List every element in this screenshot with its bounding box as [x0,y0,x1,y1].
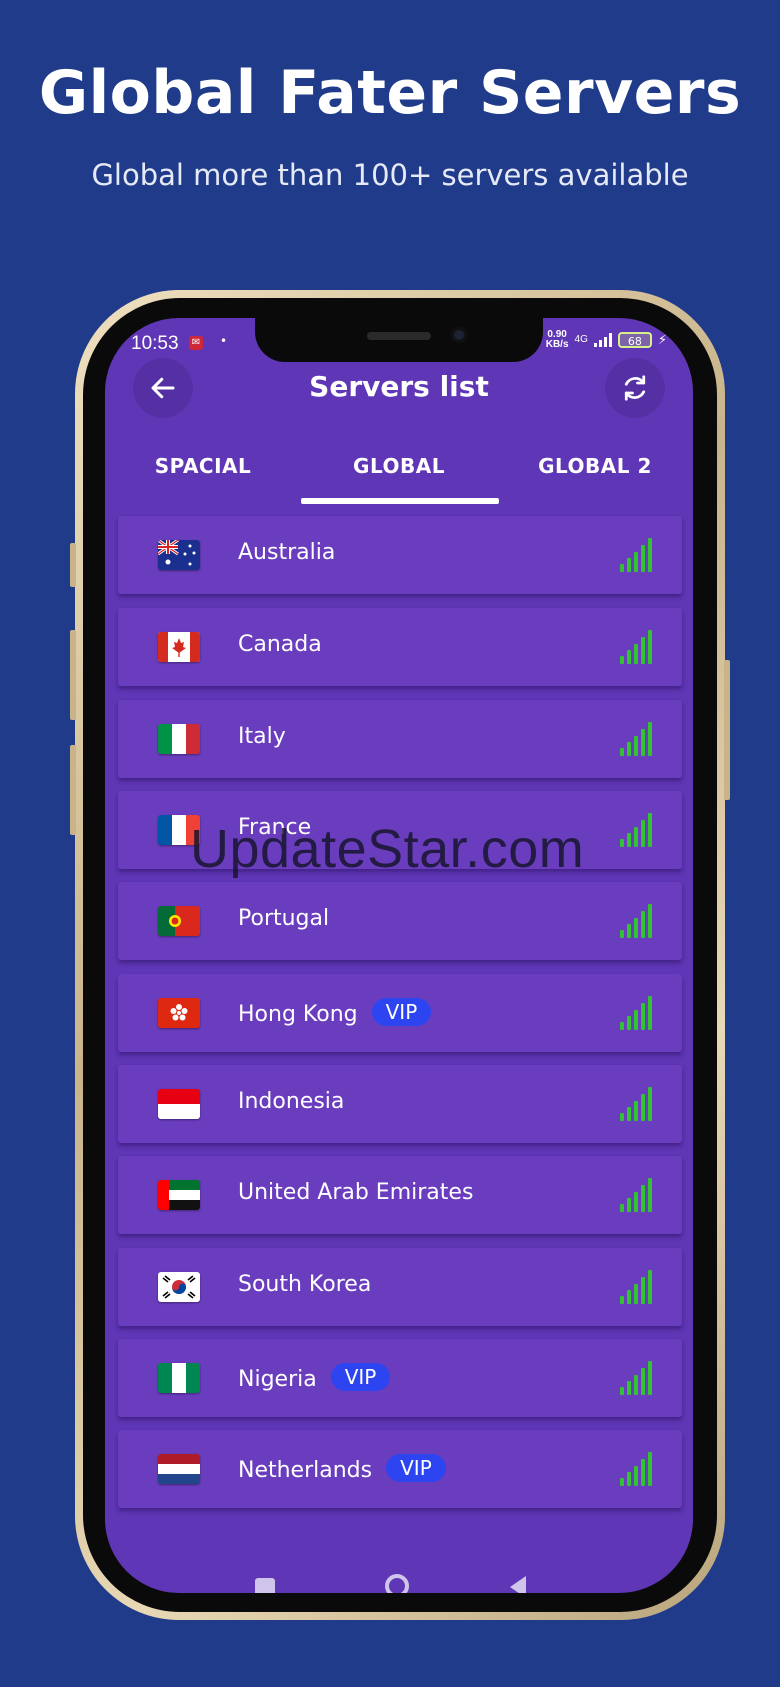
signal-strength-icon [620,904,652,938]
refresh-button[interactable] [605,358,665,418]
side-button-volume-down [70,745,76,835]
nigeria-flag-icon [158,1363,200,1393]
home-icon[interactable] [385,1574,409,1593]
front-camera [451,327,467,343]
active-tab-indicator [301,498,499,504]
app-bar: Servers list [105,352,693,442]
australia-flag-icon [158,540,200,570]
server-row-portugal[interactable]: Portugal [118,882,682,960]
netherlands-flag-icon [158,1454,200,1484]
server-row-nigeria[interactable]: Nigeria VIP [118,1339,682,1417]
server-name: Netherlands VIP [238,1454,446,1483]
side-button-mute [70,543,76,587]
vip-badge: VIP [330,1363,391,1391]
signal-strength-icon [620,813,652,847]
signal-strength-icon [620,1452,652,1486]
server-row-australia[interactable]: Australia [118,516,682,594]
signal-strength-icon [620,996,652,1030]
refresh-icon [624,375,646,401]
italy-flag-icon [158,724,200,754]
hong-kong-flag-icon [158,998,200,1028]
server-name: Australia [238,540,336,565]
server-row-canada[interactable]: Canada [118,608,682,686]
server-row-south-korea[interactable]: South Korea [118,1248,682,1326]
server-name: Portugal [238,906,330,931]
promo-headline: Global Fater Servers [38,58,742,128]
server-row-uae[interactable]: United Arab Emirates [118,1156,682,1234]
notification-icon: ✉ [189,336,203,350]
signal-strength-icon [620,1270,652,1304]
signal-strength-icon [620,538,652,572]
watermark: UpdateStar.com [190,819,585,879]
charging-icon: ⚡ [657,332,667,348]
signal-strength-icon [620,630,652,664]
server-name: Indonesia [238,1089,345,1114]
server-name: Nigeria VIP [238,1363,391,1392]
server-name: Canada [238,632,322,657]
server-row-italy[interactable]: Italy [118,700,682,778]
server-row-indonesia[interactable]: Indonesia [118,1065,682,1143]
server-name: South Korea [238,1272,372,1297]
vip-badge: VIP [386,1454,446,1482]
server-name: Hong Kong VIP [238,998,432,1027]
tab-global[interactable]: GLOBAL [301,454,497,478]
canada-flag-icon [158,632,200,662]
recent-apps-icon[interactable] [255,1578,275,1593]
speaker-grille [367,332,431,340]
signal-strength-icon [620,722,652,756]
tab-spacial[interactable]: SPACIAL [105,454,301,478]
network-speed: 0.90 KB/s [545,329,569,350]
server-row-hong-kong[interactable]: Hong Kong VIP [118,974,682,1052]
server-tabs: SPACIAL GLOBAL GLOBAL 2 [105,434,693,504]
cell-signal-icon [593,333,612,347]
signal-strength-icon [620,1178,652,1212]
system-nav-bar [105,1566,693,1593]
south-korea-flag-icon [158,1272,200,1302]
indonesia-flag-icon [158,1089,200,1119]
notification-dot-icon: • [220,334,228,348]
server-name: Italy [238,724,286,749]
portugal-flag-icon [158,906,200,936]
promo-subheadline: Global more than 100+ servers available [91,158,689,192]
side-button-volume-up [70,630,76,720]
back-nav-icon[interactable] [510,1576,526,1593]
network-type: 4G [574,334,588,345]
signal-strength-icon [620,1087,652,1121]
status-right-icons: 0.90 KB/s 4G 68 ⚡ [546,330,667,350]
server-name: United Arab Emirates [238,1180,474,1205]
phone-screen: 10:53 ✉ • 0.90 KB/s 4G 68 ⚡ Servers list [105,318,693,1593]
battery-icon: 68 [617,332,652,348]
uae-flag-icon [158,1180,200,1210]
side-button-power [724,660,730,800]
signal-strength-icon [620,1361,652,1395]
tab-global-2[interactable]: GLOBAL 2 [497,454,693,478]
vip-badge: VIP [371,998,432,1026]
server-row-netherlands[interactable]: Netherlands VIP [118,1430,682,1508]
